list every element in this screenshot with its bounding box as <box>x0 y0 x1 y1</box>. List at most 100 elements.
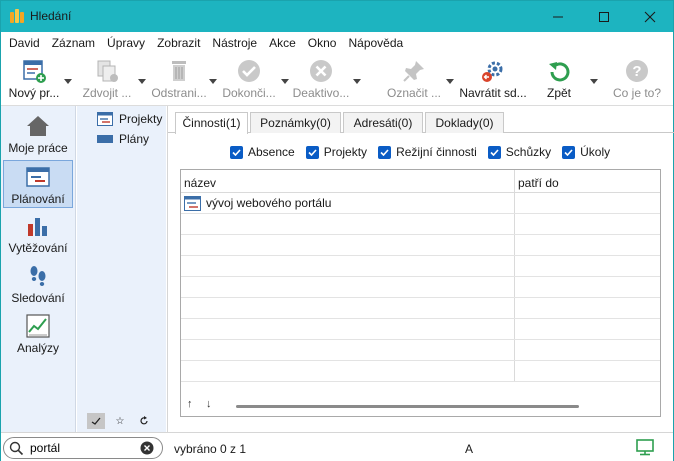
table-row <box>181 277 660 298</box>
star-icon[interactable]: ☆ <box>111 413 129 429</box>
nav-item-label: Sledování <box>11 291 65 305</box>
title-bar[interactable]: Hledání <box>1 1 673 32</box>
menu-upravy[interactable]: Úpravy <box>101 32 151 55</box>
mark-dropdown-arrow[interactable] <box>445 77 455 85</box>
planning-icon <box>26 161 50 189</box>
horizontal-scrollbar[interactable] <box>236 405 579 408</box>
footprints-icon <box>26 260 50 288</box>
filter-absence[interactable]: Absence <box>230 145 295 159</box>
close-button[interactable] <box>627 1 673 32</box>
projects-icon <box>97 112 114 126</box>
nav-item-sledovani[interactable]: Sledování <box>3 260 73 308</box>
nav-item-analyzy[interactable]: Analýzy <box>3 310 73 358</box>
app-window: Hledání David Záznam Úpravy Zobrazit Nás… <box>0 0 674 461</box>
plans-icon <box>97 134 114 144</box>
new-dropdown-arrow[interactable] <box>63 77 73 85</box>
tree-item-projekty[interactable]: Projekty <box>97 110 162 128</box>
tab-doklady[interactable]: Doklady(0) <box>425 112 504 133</box>
minimize-button[interactable] <box>535 1 581 32</box>
duplicate-button[interactable]: Zdvojit ... <box>81 57 133 103</box>
undo-icon <box>546 57 572 85</box>
tab-cinnosti[interactable]: Činnosti(1) <box>175 112 248 134</box>
search-input[interactable] <box>30 441 138 455</box>
menu-zobrazit[interactable]: Zobrazit <box>151 32 206 55</box>
table-footer: ↑ ↓ <box>181 394 660 416</box>
menu-zaznam[interactable]: Záznam <box>46 32 101 55</box>
menu-napoveda[interactable]: Nápověda <box>342 32 409 55</box>
nav-item-planovani[interactable]: Plánování <box>3 160 73 208</box>
menu-bar: David Záznam Úpravy Zobrazit Nástroje Ak… <box>1 32 673 55</box>
tree-tools: ☆ <box>87 413 153 429</box>
checkmark-icon <box>236 57 262 85</box>
deactivate-icon <box>308 57 334 85</box>
back-button-label: Zpět <box>546 86 571 100</box>
deactivate-dropdown-arrow[interactable] <box>352 77 362 85</box>
column-header-nazev[interactable]: název <box>181 170 514 193</box>
monitor-icon[interactable] <box>636 439 654 459</box>
return-button-label: Navrátit sd... <box>459 86 527 100</box>
table-row <box>181 361 660 382</box>
menu-david[interactable]: David <box>3 32 46 55</box>
filter-ukoly[interactable]: Úkoly <box>562 145 610 159</box>
checkbox-checked-icon[interactable] <box>305 145 319 159</box>
tab-adresati[interactable]: Adresáti(0) <box>343 112 423 133</box>
menu-okno[interactable]: Okno <box>302 32 343 55</box>
checkbox-checked-icon[interactable] <box>487 145 501 159</box>
svg-text:?: ? <box>632 63 641 80</box>
close-icon <box>644 11 656 22</box>
help-button-label: Co je to? <box>612 86 662 100</box>
new-button[interactable]: Nový pr... <box>5 57 63 103</box>
menu-akce[interactable]: Akce <box>263 32 302 55</box>
tab-poznamky[interactable]: Poznámky(0) <box>250 112 341 133</box>
filter-schuzky[interactable]: Schůzky <box>487 145 552 159</box>
main-panel: Činnosti(1) Poznámky(0) Adresáti(0) Dokl… <box>167 106 674 432</box>
duplicate-dropdown-arrow[interactable] <box>137 77 147 85</box>
arrow-up-icon[interactable]: ↑ <box>187 398 193 410</box>
mark-button[interactable]: Označit ... <box>386 57 442 103</box>
nav-item-label: Analýzy <box>16 341 60 355</box>
help-button[interactable]: ? Co je to? <box>611 57 663 103</box>
table-row[interactable]: vývoj webového portálu <box>181 193 660 214</box>
maximize-icon <box>599 11 609 22</box>
search-box[interactable] <box>3 437 163 459</box>
complete-button[interactable]: Dokonči... <box>221 57 277 103</box>
remove-button-label: Odstrani... <box>151 86 207 100</box>
deactivate-button[interactable]: Deaktivo... <box>291 57 351 103</box>
window-title: Hledání <box>30 9 72 23</box>
nav-item-label: Plánování <box>11 192 65 206</box>
back-button[interactable]: Zpět <box>541 57 577 103</box>
column-header-patri-do[interactable]: patří do <box>515 170 660 193</box>
checkbox-checked-icon[interactable] <box>230 145 243 159</box>
nav-item-label: Moje práce <box>8 141 68 155</box>
filter-label: Projekty <box>323 145 368 159</box>
checkmark-filter-icon[interactable] <box>87 413 105 429</box>
remove-dropdown-arrow[interactable] <box>208 77 218 85</box>
nav-item-vytezovani[interactable]: Vytěžování <box>3 210 73 258</box>
tree-item-plany[interactable]: Plány <box>97 130 149 148</box>
refresh-icon[interactable] <box>135 413 153 429</box>
chevron-down-icon <box>281 78 289 84</box>
filter-label: Schůzky <box>505 145 552 159</box>
filter-label: Režijní činnosti <box>396 145 477 159</box>
remove-button[interactable]: Odstrani... <box>151 57 207 103</box>
arrow-down-icon[interactable]: ↓ <box>206 398 212 410</box>
back-dropdown-arrow[interactable] <box>589 77 599 85</box>
menu-nastroje[interactable]: Nástroje <box>206 32 263 55</box>
mark-button-label: Označit ... <box>386 86 442 100</box>
maximize-button[interactable] <box>581 1 627 32</box>
home-icon <box>26 110 50 138</box>
filter-label: Absence <box>248 145 295 159</box>
return-button[interactable]: Navrátit sd... <box>458 57 528 103</box>
filter-projekty[interactable]: Projekty <box>305 145 368 159</box>
complete-dropdown-arrow[interactable] <box>280 77 290 85</box>
chevron-down-icon <box>353 78 361 84</box>
filter-rezijni-cinnosti[interactable]: Režijní činnosti <box>378 145 477 159</box>
chevron-down-icon <box>138 78 146 84</box>
nav-item-moje-prace[interactable]: Moje práce <box>3 110 73 158</box>
checkbox-checked-icon[interactable] <box>562 145 576 159</box>
checkbox-checked-icon[interactable] <box>378 145 392 159</box>
chevron-down-icon <box>64 78 72 84</box>
clear-search-icon[interactable] <box>140 441 154 455</box>
search-icon <box>9 441 24 456</box>
table-header: název patří do <box>181 170 660 193</box>
